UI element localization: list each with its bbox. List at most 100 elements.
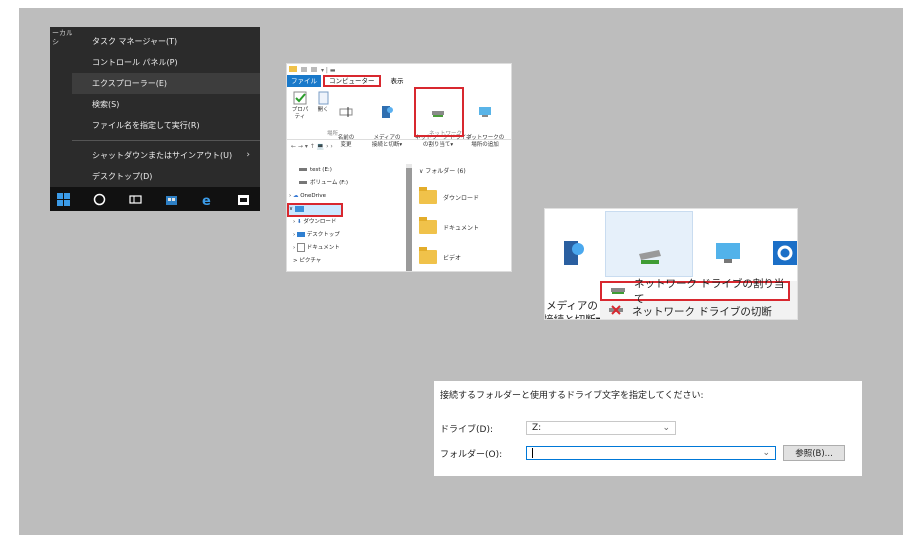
drive-row: ドライブ(D): Z: ⌄ <box>440 421 676 435</box>
disconnect-drive-icon <box>608 304 624 318</box>
map-drive-button[interactable]: ネットワーク ドライブ の割り当て▾ <box>605 211 714 319</box>
menu-item-label: タスク マネージャー(T) <box>92 37 178 46</box>
drive-select[interactable]: Z: ⌄ <box>526 421 676 435</box>
highlight-map-drive <box>414 87 464 137</box>
task-view-icon[interactable] <box>128 192 142 206</box>
map-drive-small-icon <box>610 285 626 298</box>
open-button[interactable]: 開く <box>315 91 331 114</box>
drive-icon <box>299 168 307 171</box>
media-button[interactable]: メディアの 接続と切断▾ <box>369 91 405 163</box>
store-icon[interactable] <box>164 192 178 206</box>
explorer-titlebar: ▾ | ▬ <box>287 64 511 74</box>
download-arrow-icon: ⬇ <box>296 219 302 225</box>
nav-scrollbar[interactable] <box>406 164 412 271</box>
svg-text:▾ | ▬: ▾ | ▬ <box>321 67 336 74</box>
menu-item-explorer[interactable]: エクスプローラー(E) <box>72 73 260 94</box>
folder-icon <box>419 187 437 204</box>
menu-separator <box>72 140 260 141</box>
menu-item-shutdown[interactable]: シャットダウンまたはサインアウト(U) › <box>72 145 260 166</box>
nav-item-documents[interactable]: › ドキュメント <box>287 242 407 255</box>
menu-item-run[interactable]: ファイル名を指定して実行(R) <box>72 115 260 136</box>
taskbar: e <box>50 187 260 211</box>
windows-start-icon[interactable] <box>56 192 70 206</box>
add-location-label: ネットワークの 場所の追加 <box>465 135 505 148</box>
browse-button[interactable]: 参照(B)... <box>783 445 845 461</box>
open-label: 開く <box>317 107 329 113</box>
scrollbar-thumb[interactable] <box>406 168 412 271</box>
menu-item-label: エクスプローラー(E) <box>92 79 168 88</box>
folder-content: ∨ フォルダー (6) ダウンロード ドキュメント ビデオ <box>419 166 511 271</box>
nav-item-desktop[interactable]: › デスクトップ <box>287 229 407 242</box>
nav-item-volume[interactable]: ボリューム (F:) <box>287 177 407 190</box>
desktop-icon <box>296 232 305 237</box>
menu-item-search[interactable]: 検索(S) <box>72 94 260 115</box>
dropdown-item-map-drive[interactable]: ネットワーク ドライブの割り当て <box>600 278 790 305</box>
start-menu-fragment-text: ーカル シ <box>52 29 73 46</box>
rename-icon <box>339 105 353 119</box>
explorer-icon[interactable] <box>236 192 250 206</box>
svg-text:e: e <box>202 194 211 206</box>
edge-icon[interactable]: e <box>200 192 214 206</box>
menu-item-desktop[interactable]: デスクトップ(D) <box>72 166 260 187</box>
document-icon <box>296 243 305 252</box>
menu-item-label: 検索(S) <box>92 100 120 109</box>
network-drive-icon <box>635 240 663 266</box>
dialog-instruction: 接続するフォルダーと使用するドライブ文字を指定してください: <box>440 391 704 401</box>
folder-input[interactable]: ⌄ <box>526 446 776 460</box>
settings-gear-icon <box>771 241 797 267</box>
nav-item-test-drive[interactable]: test (E:) <box>287 164 407 177</box>
menu-item-task-manager[interactable]: タスク マネージャー(T) <box>72 31 260 52</box>
properties-label: プロパティ <box>291 107 309 120</box>
cortana-circle-icon[interactable] <box>92 192 106 206</box>
menu-item-control-panel[interactable]: コントロール パネル(P) <box>72 52 260 73</box>
folder-input-value <box>532 448 533 458</box>
folder-label: ダウンロード <box>443 194 480 202</box>
chevron-down-icon: ⌄ <box>662 423 670 433</box>
zoomed-ribbon-panel: メディアの 接続と切断▾ ネットワーク ドライブ の割り当て▾ ネットワークの … <box>544 208 798 320</box>
folder-icon <box>419 217 437 234</box>
ribbon-computer: プロパティ 開く 名前の 変更 メディアの 接続と切断▾ ネットワーク ドライブ… <box>287 87 511 148</box>
folder-label: ビデオ <box>443 254 462 262</box>
nav-label: ピクチャ <box>299 258 322 264</box>
map-drive-dialog: 接続するフォルダーと使用するドライブ文字を指定してください: ドライブ(D): … <box>434 381 862 476</box>
nav-label: test (E:) <box>310 167 332 173</box>
drive-select-value: Z: <box>532 423 542 433</box>
folder-item-videos[interactable]: ビデオ <box>419 242 511 271</box>
media-server-icon <box>380 105 394 119</box>
media-label: メディアの 接続と切断▾ <box>544 300 601 320</box>
ribbon-tabs: ファイル コンピューター 表示 <box>287 74 511 87</box>
folder-item-documents[interactable]: ドキュメント <box>419 212 511 242</box>
add-location-button[interactable]: ネットワークの 場所の追加 <box>465 91 505 163</box>
menu-item-label: デスクトップ(D) <box>92 172 153 181</box>
nav-label: ダウンロード <box>303 219 337 225</box>
nav-item-onedrive[interactable]: › ☁ OneDrive <box>287 190 407 203</box>
folder-item-downloads[interactable]: ダウンロード <box>419 182 511 212</box>
menu-item-label: ファイル名を指定して実行(R) <box>92 121 200 130</box>
folder-icon <box>419 247 437 264</box>
winx-menu-panel: ーカル シ タスク マネージャー(T) コントロール パネル(P) エクスプロー… <box>50 27 260 211</box>
media-button[interactable]: メディアの 接続と切断▾ <box>544 213 605 320</box>
expand-chevron-icon: > <box>293 258 298 264</box>
nav-item-downloads[interactable]: › ⬇ ダウンロード <box>287 216 407 229</box>
nav-label: ボリューム (F:) <box>310 180 348 186</box>
chevron-right-icon: › <box>246 150 250 160</box>
properties-button[interactable]: プロパティ <box>289 91 311 121</box>
nav-label: ドキュメント <box>306 245 340 251</box>
rename-button[interactable]: 名前の 変更 <box>335 91 357 163</box>
folder-label: フォルダー(O): <box>440 449 503 460</box>
tab-view[interactable]: 表示 <box>387 75 408 87</box>
folder-label: ドキュメント <box>443 224 480 232</box>
menu-item-label: コントロール パネル(P) <box>92 58 178 67</box>
nav-item-pictures[interactable]: > ピクチャ <box>287 255 407 268</box>
expand-chevron-icon: › <box>289 193 292 199</box>
menu-item-label: シャットダウンまたはサインアウト(U) <box>92 151 233 160</box>
tab-file[interactable]: ファイル <box>287 74 321 87</box>
nav-label: デスクトップ <box>306 232 340 238</box>
rename-label: 名前の 変更 <box>337 135 355 148</box>
nav-label: OneDrive <box>300 193 327 199</box>
onedrive-cloud-icon: ☁ <box>292 193 299 199</box>
highlight-this-pc <box>287 203 343 217</box>
tab-computer[interactable]: コンピューター <box>323 74 381 87</box>
dropdown-item-disconnect-drive[interactable]: ネットワーク ドライブの切断 <box>600 301 797 319</box>
folders-header[interactable]: ∨ フォルダー (6) <box>419 166 511 182</box>
